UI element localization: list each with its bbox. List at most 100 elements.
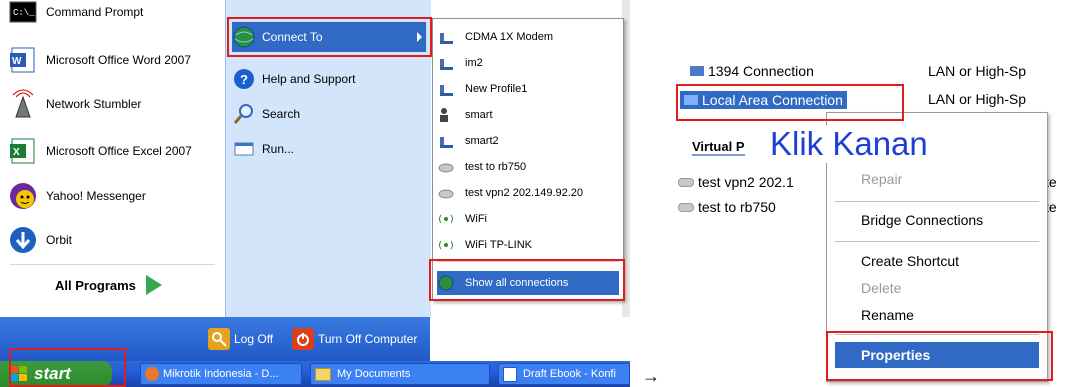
pinned-excel-2007[interactable]: X Microsoft Office Excel 2007 — [8, 133, 220, 169]
vpn-icon — [437, 184, 455, 202]
pinned-label: Microsoft Office Excel 2007 — [46, 144, 192, 158]
globe-network-icon — [437, 274, 455, 292]
connection-item[interactable]: smart — [437, 103, 619, 127]
globe-network-icon — [232, 25, 256, 49]
connection-label: smart — [465, 109, 493, 121]
connection-item[interactable]: test vpn2 202.149.92.20 — [437, 181, 619, 205]
dialup-icon — [437, 106, 455, 124]
vpn-row[interactable]: test vpn2 202.1 — [678, 174, 794, 190]
dialup-icon — [437, 132, 455, 150]
connection-label: smart2 — [465, 135, 499, 147]
ctx-rename[interactable]: Rename — [835, 302, 1039, 328]
connection-item[interactable]: smart2 — [437, 129, 619, 153]
svg-text:?: ? — [240, 72, 248, 87]
connection-item[interactable]: WiFi TP-LINK — [437, 233, 619, 257]
help-label: Help and Support — [262, 72, 356, 86]
green-arrow-icon — [145, 275, 162, 295]
pinned-label: Yahoo! Messenger — [46, 189, 146, 203]
menu-connect-to[interactable]: Connect To — [232, 22, 426, 52]
connection-type: LAN or High-Sp — [928, 63, 1027, 79]
vpn-row[interactable]: test to rb750 — [678, 199, 776, 215]
connection-item[interactable]: test to rb750 — [437, 155, 619, 179]
help-icon: ? — [232, 67, 256, 91]
all-programs-button[interactable]: All Programs — [55, 275, 162, 295]
run-label: Run... — [262, 142, 295, 156]
log-off-label: Log Off — [234, 332, 274, 346]
submenu-arrow-icon — [417, 32, 422, 42]
start-menu-footer: Log Off Turn Off Computer — [0, 317, 430, 361]
divider — [10, 264, 215, 265]
connect-to-submenu: CDMA 1X Modem im2 New Profile1 smart sma… — [432, 18, 624, 301]
dialup-icon — [437, 28, 455, 46]
show-all-label: Show all connections — [465, 277, 569, 289]
orbit-icon — [8, 225, 38, 255]
vpn-icon — [678, 203, 694, 212]
pinned-programs-column: C:\_ Command Prompt W Microsoft Office W… — [0, 0, 225, 317]
key-icon — [208, 328, 230, 350]
ctx-bridge-connections[interactable]: Bridge Connections — [835, 207, 1039, 233]
ctx-properties[interactable]: Properties — [835, 342, 1039, 368]
connection-label: New Profile1 — [465, 83, 528, 95]
connection-item[interactable]: im2 — [437, 51, 619, 75]
power-icon — [292, 328, 314, 350]
annotation-klik-kanan: Klik Kanan — [766, 125, 932, 163]
connection-item[interactable]: WiFi — [437, 207, 619, 231]
pinned-orbit[interactable]: Orbit — [8, 222, 220, 258]
search-label: Search — [262, 107, 301, 121]
pinned-command-prompt[interactable]: C:\_ Command Prompt — [8, 0, 220, 30]
virtual-private-network-header: Virtual P — [692, 139, 745, 156]
show-all-connections[interactable]: Show all connections — [437, 271, 619, 295]
divider — [835, 201, 1039, 202]
taskbar-item[interactable]: Draft Ebook - Konfi — [498, 363, 630, 385]
log-off-button[interactable]: Log Off — [208, 328, 273, 350]
start-menu: C:\_ Command Prompt W Microsoft Office W… — [0, 0, 630, 387]
vpn-icon — [437, 158, 455, 176]
divider — [835, 334, 1039, 335]
menu-help-support[interactable]: ? Help and Support — [232, 64, 426, 94]
start-button[interactable]: start — [0, 361, 112, 387]
connection-label: im2 — [465, 57, 483, 69]
run-icon — [232, 137, 256, 161]
pinned-word-2007[interactable]: W Microsoft Office Word 2007 — [8, 42, 220, 78]
connection-item[interactable]: New Profile1 — [437, 77, 619, 101]
connection-item[interactable]: CDMA 1X Modem — [437, 25, 619, 49]
vpn-label: test to rb750 — [698, 199, 776, 215]
local-area-label: Local Area Connection — [702, 92, 843, 108]
search-icon — [232, 102, 256, 126]
turn-off-label: Turn Off Computer — [318, 332, 418, 346]
pinned-yahoo-messenger[interactable]: Yahoo! Messenger — [8, 178, 220, 214]
task-label: Mikrotik Indonesia - D... — [163, 368, 279, 380]
pinned-label: Microsoft Office Word 2007 — [46, 53, 191, 67]
ctx-create-shortcut[interactable]: Create Shortcut — [835, 248, 1039, 274]
connection-label: CDMA 1X Modem — [465, 31, 554, 43]
step-arrow: → — [642, 366, 660, 386]
connect-to-label: Connect To — [262, 30, 323, 44]
task-label: Draft Ebook - Konfi — [523, 368, 616, 380]
pinned-network-stumbler[interactable]: Network Stumbler — [8, 86, 220, 122]
svg-text:W: W — [12, 56, 22, 67]
network-adapter-icon — [690, 66, 704, 76]
cmd-icon: C:\_ — [8, 0, 38, 27]
ctx-delete[interactable]: Delete — [835, 275, 1039, 301]
yahoo-icon — [8, 181, 38, 211]
vpn-icon — [678, 178, 694, 187]
taskbar-item[interactable]: Mikrotik Indonesia - D... — [140, 363, 302, 385]
ctx-repair[interactable]: Repair — [835, 166, 1039, 192]
menu-run[interactable]: Run... — [232, 134, 426, 164]
taskbar: start Mikrotik Indonesia - D... My Docum… — [0, 361, 630, 387]
divider — [835, 241, 1039, 242]
turn-off-button[interactable]: Turn Off Computer — [292, 328, 417, 350]
word-icon: W — [8, 45, 38, 75]
local-area-connection-row[interactable]: Local Area Connection — [680, 91, 847, 109]
menu-search[interactable]: Search — [232, 99, 426, 129]
svg-text:X: X — [13, 147, 20, 158]
connection-label: test vpn2 202.149.92.20 — [465, 187, 584, 199]
svg-text:C:\_: C:\_ — [13, 8, 35, 18]
excel-icon: X — [8, 136, 38, 166]
pinned-label: Network Stumbler — [46, 97, 142, 111]
taskbar-item[interactable]: My Documents — [310, 363, 490, 385]
connection-1394-row[interactable]: 1394 Connection — [690, 63, 814, 79]
antenna-icon — [8, 89, 38, 119]
connection-label: WiFi — [465, 213, 487, 225]
windows-logo-icon — [10, 366, 28, 382]
